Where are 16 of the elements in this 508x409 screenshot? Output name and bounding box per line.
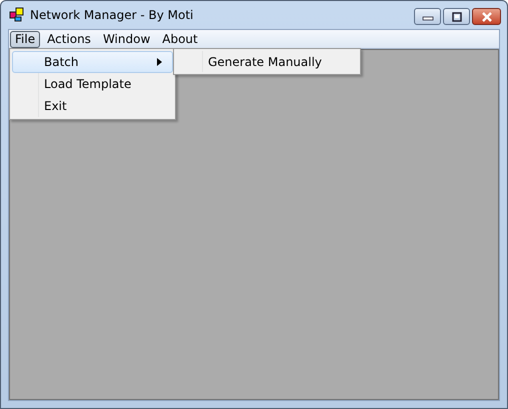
maximize-button[interactable] (443, 8, 470, 25)
close-icon (480, 12, 494, 22)
menu-item[interactable]: About (157, 30, 203, 48)
app-icon (9, 7, 25, 23)
submenu-arrow-icon (157, 58, 162, 66)
maximize-icon (450, 12, 462, 22)
window-title: Network Manager - By Moti (30, 8, 194, 22)
close-button[interactable] (472, 8, 501, 25)
menu-item[interactable]: File (10, 30, 40, 48)
menu-entry[interactable]: Exit (12, 95, 173, 117)
menu-item[interactable]: Window (98, 30, 156, 48)
minimize-button[interactable] (414, 8, 441, 25)
menu-entry[interactable]: Generate Manually (176, 51, 358, 72)
menu-item[interactable]: Actions (42, 30, 96, 48)
menu-entry[interactable]: Load Template (12, 73, 173, 95)
menu-entry[interactable]: Batch (12, 51, 173, 73)
